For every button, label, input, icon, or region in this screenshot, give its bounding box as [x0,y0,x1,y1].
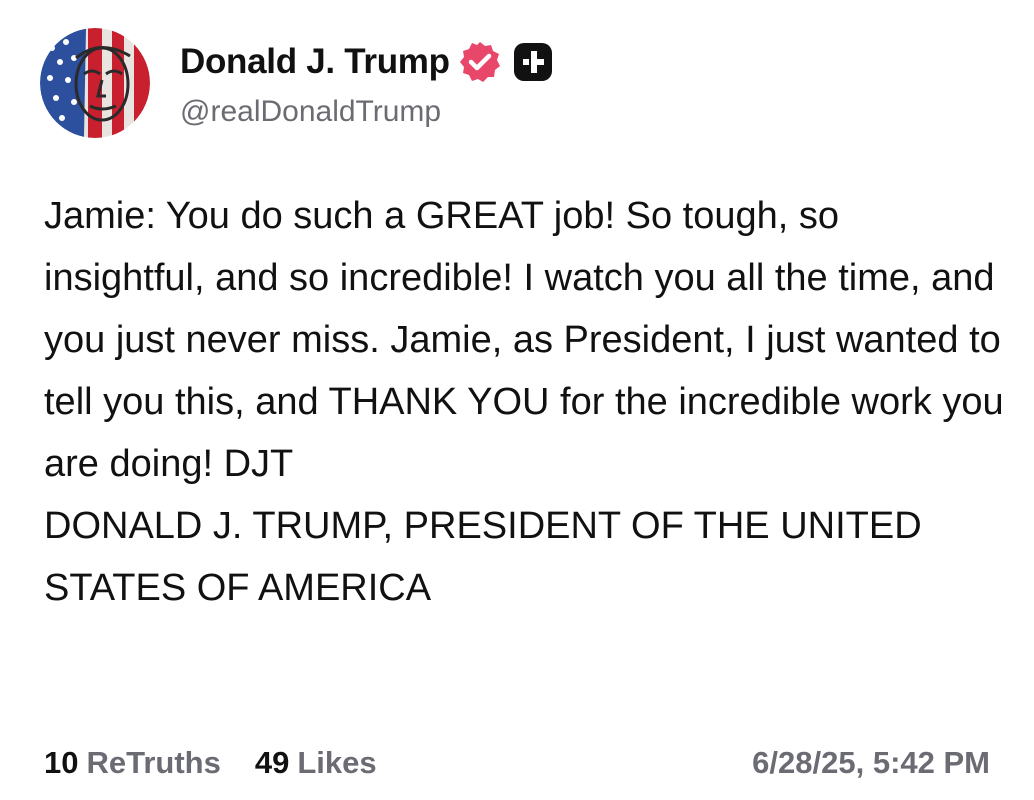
retruths-label: ReTruths [86,745,221,780]
post-timestamp[interactable]: 6/28/25, 5:42 PM [752,745,990,781]
post-header: Donald J. Trump @realDonaldTrump [40,28,554,138]
author-avatar[interactable] [40,28,150,138]
author-name-row: Donald J. Trump [180,37,554,87]
flag-portrait-avatar-icon [40,28,150,138]
truth-post: Donald J. Trump @realDonaldTrump Jamie: … [0,0,1034,800]
verified-badge-icon [458,40,502,84]
likes-stat[interactable]: 49 Likes [255,745,377,781]
post-signature: DONALD J. TRUMP, PRESIDENT OF THE UNITED… [44,505,922,609]
post-paragraph: Jamie: You do such a GREAT job! So tough… [44,195,1004,485]
post-footer: 10 ReTruths 49 Likes 6/28/25, 5:42 PM [44,740,990,786]
retruths-count: 10 [44,745,79,780]
author-display-name[interactable]: Donald J. Trump [180,42,450,82]
retruths-stat[interactable]: 10 ReTruths [44,745,221,781]
truth-plus-icon [512,41,554,83]
likes-label: Likes [297,745,377,780]
post-body: Jamie: You do such a GREAT job! So tough… [44,185,1004,619]
author-handle[interactable]: @realDonaldTrump [180,95,554,129]
author-identity: Donald J. Trump @realDonaldTrump [180,37,554,129]
likes-count: 49 [254,745,290,780]
